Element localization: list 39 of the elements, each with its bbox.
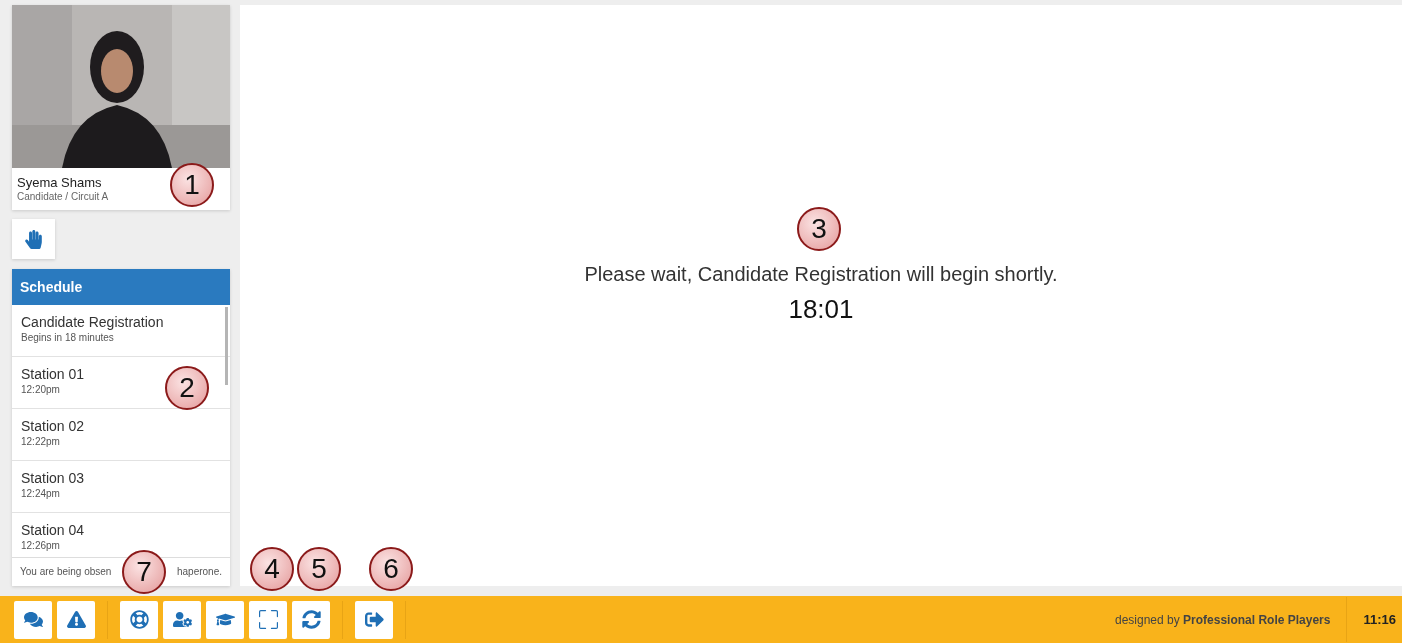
warning-icon	[66, 610, 86, 629]
toolbar-button[interactable]	[355, 600, 393, 639]
schedule-item-time: 12:24pm	[21, 488, 60, 499]
schedule-item-time: Begins in 18 minutes	[21, 332, 114, 343]
schedule-item-title: Station 02	[21, 418, 85, 434]
schedule-item-time: 12:26pm	[21, 540, 60, 551]
scrollbar[interactable]	[225, 307, 228, 385]
hand-icon	[24, 229, 43, 249]
credit-text: designed by Professional Role Players	[1115, 612, 1332, 627]
user-settings-icon	[172, 610, 192, 629]
toolbar-button[interactable]	[292, 600, 330, 639]
schedule-item-time: 12:20pm	[21, 384, 60, 395]
schedule-item-time: 12:22pm	[21, 436, 60, 447]
refresh-icon	[301, 610, 321, 629]
schedule-item[interactable]: Station 03 12:24pm	[12, 461, 230, 513]
wait-message: Please wait, Candidate Registration will begin shortly.	[584, 263, 1058, 286]
toolbar-button[interactable]	[163, 600, 201, 639]
chat-icon	[23, 610, 43, 629]
toolbar-button[interactable]	[249, 600, 287, 639]
schedule-item[interactable]: Station 02 12:22pm	[12, 409, 230, 461]
toolbar-button[interactable]	[57, 600, 95, 639]
participant-name: Syema Shams	[17, 175, 102, 190]
clock: 11:16	[1346, 597, 1402, 642]
schedule-item-title: Station 01	[21, 366, 85, 382]
toolbar-button[interactable]	[206, 600, 244, 639]
schedule-header: Schedule	[12, 269, 230, 305]
toolbar-button[interactable]	[120, 600, 158, 639]
lifebuoy-icon	[129, 610, 149, 629]
observation-note: You are being obsen	[20, 566, 112, 577]
raise-hand-button[interactable]	[12, 219, 55, 259]
fullscreen-icon	[258, 610, 278, 629]
toolbar-button[interactable]	[14, 600, 52, 639]
participant-role: Candidate / Circuit A	[17, 191, 109, 202]
countdown-timer: 18:01	[788, 294, 854, 325]
observation-note: haperone.	[176, 566, 222, 577]
sign-out-icon	[364, 610, 384, 629]
schedule-item-title: Candidate Registration	[21, 314, 164, 330]
schedule-item-title: Station 04	[21, 522, 85, 538]
schedule-item-title: Station 03	[21, 470, 85, 486]
